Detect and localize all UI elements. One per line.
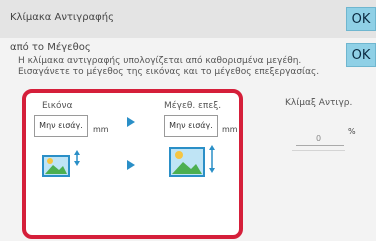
output-image-icon: [169, 145, 215, 177]
ok-button-panel[interactable]: OK: [346, 43, 376, 67]
arrow-right-icon-2: [127, 160, 135, 170]
copy-ratio-underline-2: [292, 150, 345, 151]
original-image-icon: [42, 150, 80, 177]
instructions: Η κλίμακα αντιγραφής υπολογίζεται από κα…: [18, 56, 319, 78]
arrow-right-icon: [127, 117, 135, 127]
copy-ratio-label: Κλίμαξ Αντιγρ.: [285, 98, 353, 108]
original-size-unit: mm: [93, 125, 109, 134]
instructions-line-2: Εισαγάνετε το μέγεθος της εικόνας και το…: [18, 67, 320, 77]
ok-button-top[interactable]: OK: [346, 7, 376, 31]
copy-ratio-value[interactable]: 0: [316, 134, 321, 143]
percent-unit: %: [348, 127, 356, 136]
output-size-input[interactable]: Μην εισάγ.: [164, 115, 218, 137]
instructions-line-1: Η κλίμακα αντιγραφής υπολογίζεται από κα…: [18, 56, 302, 66]
output-size-unit: mm: [222, 125, 238, 134]
size-input-area: Εικόνα Μην εισάγ. mm Μέγεθ. επεξ. Μην ει…: [22, 89, 243, 239]
output-size-label: Μέγεθ. επεξ.: [164, 101, 222, 111]
title-bar: Κλίμακα Αντιγραφής OK: [0, 0, 376, 39]
original-size-input[interactable]: Μην εισάγ.: [34, 115, 88, 137]
copy-ratio-underline: [296, 145, 344, 146]
original-size-label: Εικόνα: [42, 101, 73, 111]
size-panel: από το Μέγεθος OK Η κλίμακα αντιγραφής υ…: [0, 38, 376, 241]
panel-title: από το Μέγεθος: [10, 42, 91, 53]
page-title: Κλίμακα Αντιγραφής: [10, 12, 114, 23]
